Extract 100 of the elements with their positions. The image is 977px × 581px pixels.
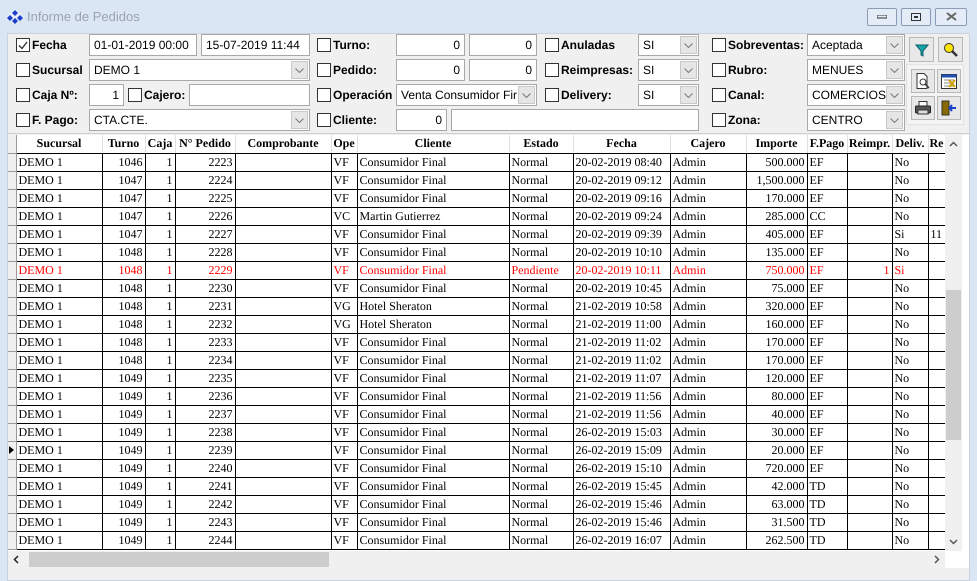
dropdown[interactable]: SI — [638, 59, 699, 81]
dropdown[interactable]: SI — [638, 84, 699, 106]
input-field[interactable]: 01-01-2019 00:00 — [89, 34, 197, 56]
input-field[interactable]: 0 — [396, 109, 447, 131]
checkbox[interactable] — [712, 38, 726, 52]
table-cell: No — [892, 369, 928, 387]
dropdown[interactable]: SI — [638, 34, 699, 56]
column-header[interactable]: Caja — [145, 135, 175, 153]
horizontal-scrollbar[interactable] — [8, 551, 945, 568]
dropdown[interactable]: Aceptada — [807, 34, 905, 56]
search-button[interactable] — [938, 37, 963, 62]
checkbox[interactable] — [16, 113, 30, 127]
table-cell: No — [892, 279, 928, 297]
table-cell: VF — [331, 423, 357, 441]
table-cell: 1048 — [102, 261, 145, 279]
column-header[interactable]: Reimpr. — [847, 135, 892, 153]
maximize-button[interactable] — [901, 8, 931, 26]
minimize-icon — [877, 14, 887, 18]
column-header[interactable]: Estado — [509, 135, 573, 153]
preview-button[interactable] — [911, 69, 935, 93]
table-cell: EF — [807, 243, 847, 261]
table-cell: 720.000 — [746, 459, 807, 477]
table-cell: DEMO 1 — [16, 333, 102, 351]
table-cell: 20-02-2019 10:11 — [573, 261, 670, 279]
table-cell: No — [892, 387, 928, 405]
table-cell: DEMO 1 — [16, 207, 102, 225]
checkbox[interactable] — [317, 63, 331, 77]
table-cell: 20-02-2019 09:39 — [573, 225, 670, 243]
print-button[interactable] — [911, 96, 935, 120]
chevron-down-icon — [890, 118, 899, 122]
column-header[interactable]: Comprobante — [235, 135, 331, 153]
input-field[interactable]: 0 — [396, 59, 465, 81]
exit-button[interactable] — [936, 96, 960, 120]
column-header[interactable]: Importe — [746, 135, 807, 153]
table-cell: Admin — [670, 369, 746, 387]
checkbox[interactable] — [16, 38, 30, 52]
table-cell: 1049 — [102, 459, 145, 477]
vertical-scrollbar[interactable] — [945, 135, 962, 551]
column-header[interactable]: Deliv. — [892, 135, 928, 153]
input-field[interactable]: 0 — [469, 59, 537, 81]
checkbox[interactable] — [545, 63, 559, 77]
checkbox[interactable] — [712, 63, 726, 77]
input-field[interactable]: 0 — [396, 34, 465, 56]
column-header[interactable]: Fecha — [573, 135, 670, 153]
filter-button[interactable] — [909, 37, 934, 62]
checkbox[interactable] — [712, 88, 726, 102]
table-cell: EF — [807, 315, 847, 333]
dropdown[interactable]: DEMO 1 — [89, 59, 310, 81]
checkbox[interactable] — [16, 88, 30, 102]
checkbox[interactable] — [545, 88, 559, 102]
table-cell: 2236 — [175, 387, 235, 405]
column-header[interactable]: Sucursal — [16, 135, 102, 153]
table-cell: Consumidor Final — [357, 225, 509, 243]
input-field[interactable]: 0 — [469, 34, 537, 56]
checkbox[interactable] — [712, 113, 726, 127]
scrollbar-thumb[interactable] — [29, 552, 329, 567]
dropdown[interactable]: MENUES — [807, 59, 905, 81]
column-header[interactable]: Turno — [102, 135, 145, 153]
table-cell: 31.500 — [746, 513, 807, 531]
column-header[interactable]: F.Pago — [807, 135, 847, 153]
checkbox[interactable] — [317, 38, 331, 52]
input-field[interactable] — [189, 84, 310, 106]
checkbox[interactable] — [317, 88, 331, 102]
table-cell: Normal — [509, 207, 573, 225]
column-header[interactable]: Cliente — [357, 135, 509, 153]
table-cell: Admin — [670, 405, 746, 423]
table-cell: Normal — [509, 369, 573, 387]
table-cell: Admin — [670, 351, 746, 369]
dropdown[interactable]: COMERCIOS — [807, 84, 905, 106]
close-button[interactable] — [935, 8, 967, 26]
input-field[interactable]: 15-07-2019 11:44 — [201, 34, 310, 56]
table-cell: EF — [807, 459, 847, 477]
scrollbar-thumb[interactable] — [946, 290, 961, 440]
table-cell: Admin — [670, 531, 746, 549]
input-field[interactable]: 1 — [89, 84, 124, 106]
table-cell: EF — [807, 369, 847, 387]
table-cell: EF — [807, 423, 847, 441]
minimize-button[interactable] — [867, 8, 897, 26]
row-selector[interactable] — [8, 441, 16, 459]
dropdown[interactable]: CENTRO — [807, 109, 905, 131]
input-field[interactable] — [451, 109, 699, 131]
table-cell: Consumidor Final — [357, 405, 509, 423]
dropdown[interactable]: CTA.CTE. — [89, 109, 310, 131]
checkbox[interactable] — [128, 88, 142, 102]
table-cell: Admin — [670, 513, 746, 531]
column-header[interactable]: Cajero — [670, 135, 746, 153]
table-cell: Normal — [509, 171, 573, 189]
table-cell: 2235 — [175, 369, 235, 387]
checkbox[interactable] — [317, 113, 331, 127]
checkbox[interactable] — [545, 38, 559, 52]
dropdown[interactable]: Venta Consumidor Fir — [396, 84, 537, 106]
table-cell: EF — [807, 333, 847, 351]
table-cell: 2237 — [175, 405, 235, 423]
chevron-down-icon — [684, 42, 693, 48]
column-header[interactable]: Ope — [331, 135, 357, 153]
export-button[interactable] — [936, 69, 960, 93]
checkbox[interactable] — [16, 63, 30, 77]
column-header[interactable]: N° Pedido — [175, 135, 235, 153]
filter-label: Cliente: — [333, 112, 378, 129]
table-cell: TD — [807, 477, 847, 495]
